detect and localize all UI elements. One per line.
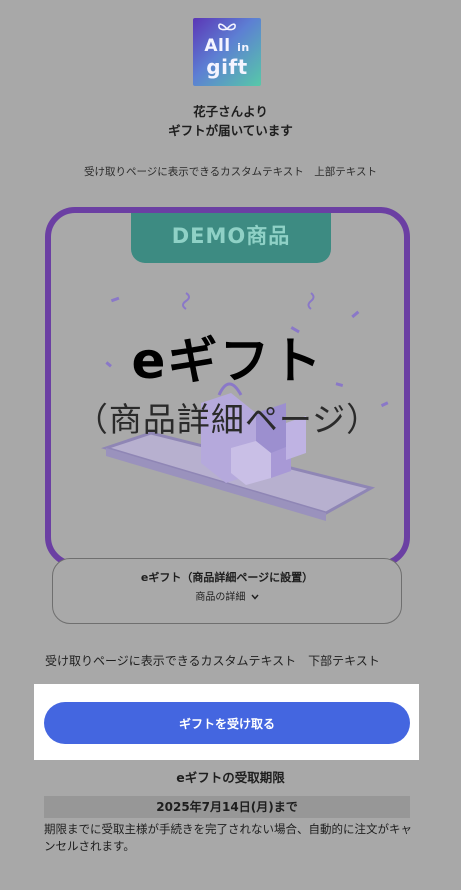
gift-title: eギフト [131,332,324,390]
gift-subtitle: （商品詳細ページ） [74,400,381,439]
sender-message: 花子さんより ギフトが届いています [0,102,461,140]
gift-product-card: DEMO商品 eギフト （商品詳細ページ） [45,207,410,567]
cta-highlight: ギフトを受け取る [34,684,419,760]
custom-text-top: 受け取りページに表示できるカスタムテキスト 上部テキスト [84,166,377,178]
product-details-label: 商品の詳細 [195,592,246,603]
deadline-title: eギフトの受取期限 [176,770,285,785]
custom-text-bottom: 受け取りページに表示できるカスタムテキスト 下部テキスト [45,654,380,668]
product-info-title: eギフト（商品詳細ページに設置） [140,571,314,584]
demo-badge: DEMO商品 [131,213,331,263]
ribbon-icon [218,23,236,31]
logo-text-bottom: gift [206,55,248,79]
sender-name: 花子さんより [193,104,268,119]
deadline-note: 期限までに受取主様が手続きを完了されない場合、自動的に注文がキャンセルされます。 [44,822,412,853]
gift-arrived-text: ギフトが届いています [168,123,293,138]
all-in-gift-logo: All in gift [193,18,261,86]
receive-gift-button[interactable]: ギフトを受け取る [44,702,410,744]
chevron-down-icon [251,594,259,600]
product-details-link[interactable]: 商品の詳細 [195,591,259,605]
deadline-date: 2025年7月14日(月)まで [44,796,410,818]
product-info-box: eギフト（商品詳細ページに設置） 商品の詳細 [52,558,402,624]
